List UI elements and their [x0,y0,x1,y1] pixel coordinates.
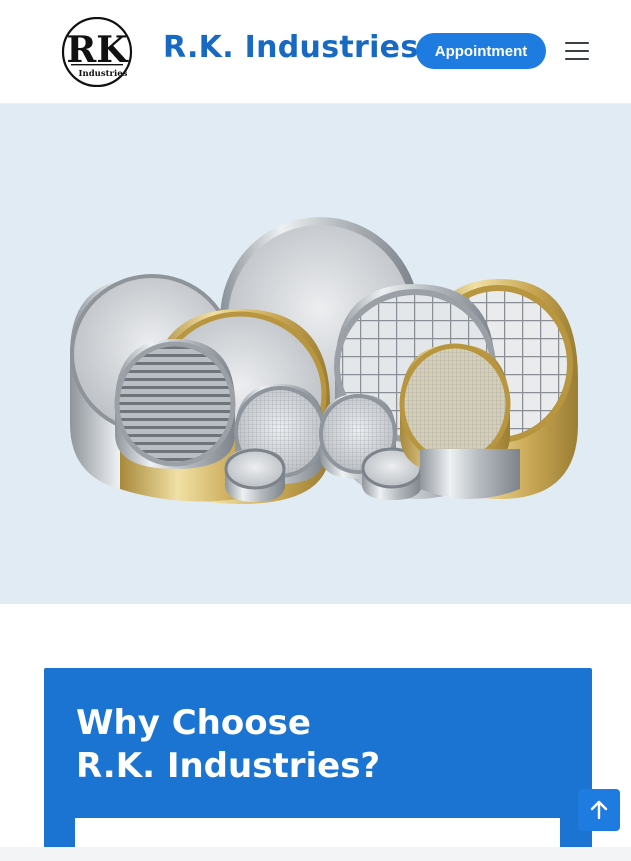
svg-text:Industries: Industries [79,69,128,79]
logo-icon: RK Industries [61,16,133,88]
company-logo[interactable]: RK Industries [55,16,141,88]
scroll-to-top-button[interactable] [578,789,620,831]
why-choose-heading: Why Choose R.K. Industries? [76,702,380,788]
arrow-up-icon [590,800,608,820]
site-header: RK Industries R.K. Industries Appointmen… [0,0,631,104]
hamburger-menu-icon[interactable] [564,40,590,62]
drag-handle-icon[interactable] [305,852,331,858]
why-choose-section: Why Choose R.K. Industries? [44,668,592,861]
brand-name[interactable]: R.K. Industries [163,30,418,65]
hero-banner [0,104,631,604]
why-choose-title-line1: Why Choose [76,703,311,743]
test-sieves-image [70,217,578,504]
why-choose-title-line2: R.K. Industries? [76,746,381,786]
appointment-button[interactable]: Appointment [416,33,546,69]
